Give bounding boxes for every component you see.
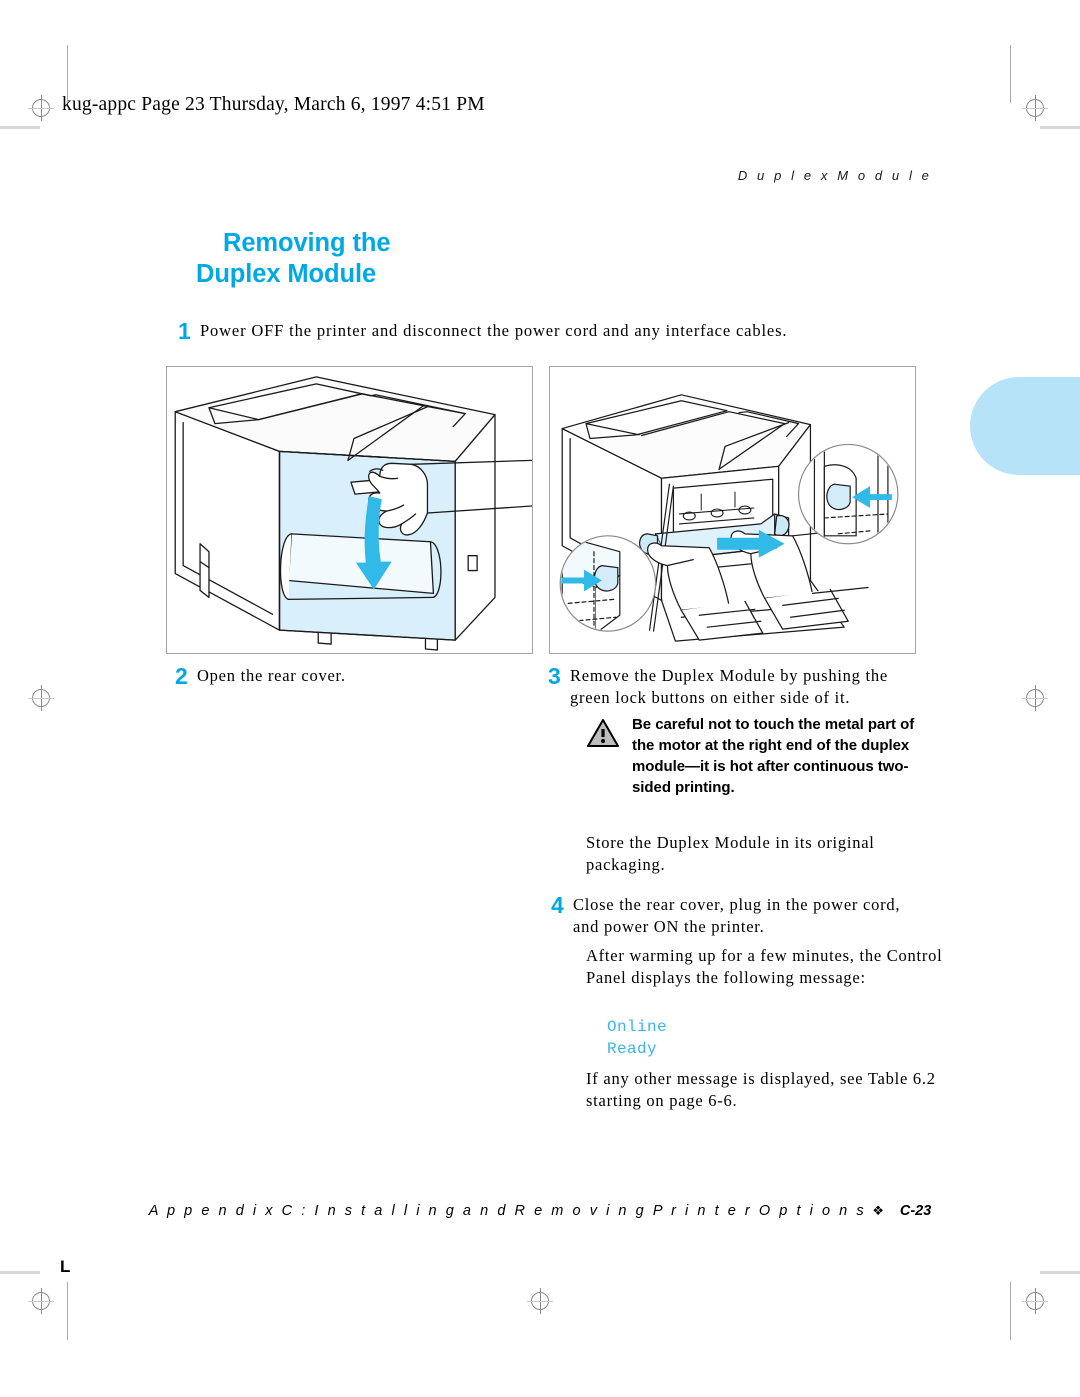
page-footer: A p p e n d i x C : I n s t a l l i n g … — [0, 1203, 1080, 1219]
paragraph-other-message: If any other message is displayed, see T… — [586, 1069, 936, 1110]
control-panel-message: Online Ready — [607, 1017, 667, 1060]
caution-text: Be careful not to touch the metal part o… — [632, 716, 915, 796]
step-2: 2 Open the rear cover. — [175, 663, 505, 689]
page-title-line2: Duplex Module — [196, 260, 377, 288]
step-3: 3 Remove the Duplex Module by pushing th… — [548, 665, 928, 709]
chapter-thumb-tab — [970, 377, 1080, 475]
step-1-text: Power OFF the printer and disconnect the… — [200, 321, 788, 340]
step-3-text: Remove the Duplex Module by pushing the … — [570, 666, 888, 707]
step-1-number: 1 — [178, 318, 191, 344]
illustration-open-rear-cover — [166, 366, 533, 654]
step-2-number: 2 — [175, 663, 188, 689]
lcd-line-2: Ready — [607, 1039, 658, 1058]
warning-triangle-icon — [586, 718, 620, 798]
diamond-bullet-icon: ❖ — [872, 1203, 884, 1218]
step-1: 1 Power OFF the printer and disconnect t… — [178, 318, 878, 344]
page-title-line1: Removing the — [223, 229, 391, 257]
footer-text: A p p e n d i x C : I n s t a l l i n g … — [148, 1203, 867, 1219]
lcd-line-1: Online — [607, 1018, 668, 1036]
paragraph-store-module: Store the Duplex Module in its original … — [586, 833, 875, 874]
step-4-number: 4 — [551, 892, 564, 918]
step-3-number: 3 — [548, 663, 561, 689]
step-4-text: Close the rear cover, plug in the power … — [573, 895, 901, 936]
step-2-text: Open the rear cover. — [197, 666, 346, 685]
page-title: Removing the Duplex Module — [196, 228, 526, 290]
paragraph-warming-up: After warming up for a few minutes, the … — [586, 946, 943, 987]
caution-block: Be careful not to touch the metal part o… — [586, 714, 931, 798]
running-header: D u p l e x M o d u l e — [737, 168, 932, 183]
step-4: 4 Close the rear cover, plug in the powe… — [551, 894, 931, 938]
illustration-remove-duplex-module — [549, 366, 916, 654]
page-content: D u p l e x M o d u l e Removing the Dup… — [0, 0, 1080, 1397]
page-number: C-23 — [899, 1203, 932, 1219]
